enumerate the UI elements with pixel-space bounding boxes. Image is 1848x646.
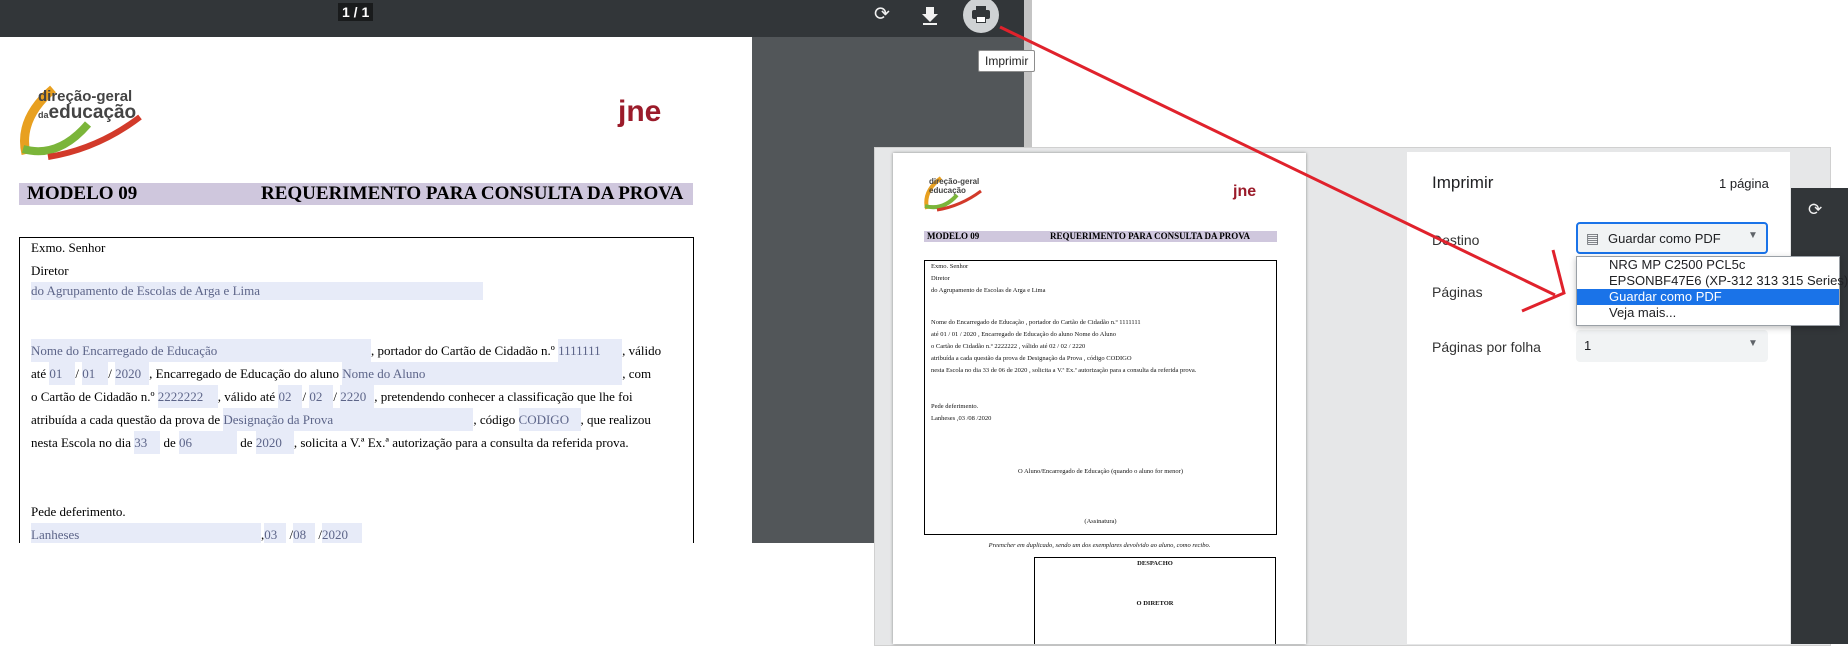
annotation-arrow — [999, 25, 1566, 313]
